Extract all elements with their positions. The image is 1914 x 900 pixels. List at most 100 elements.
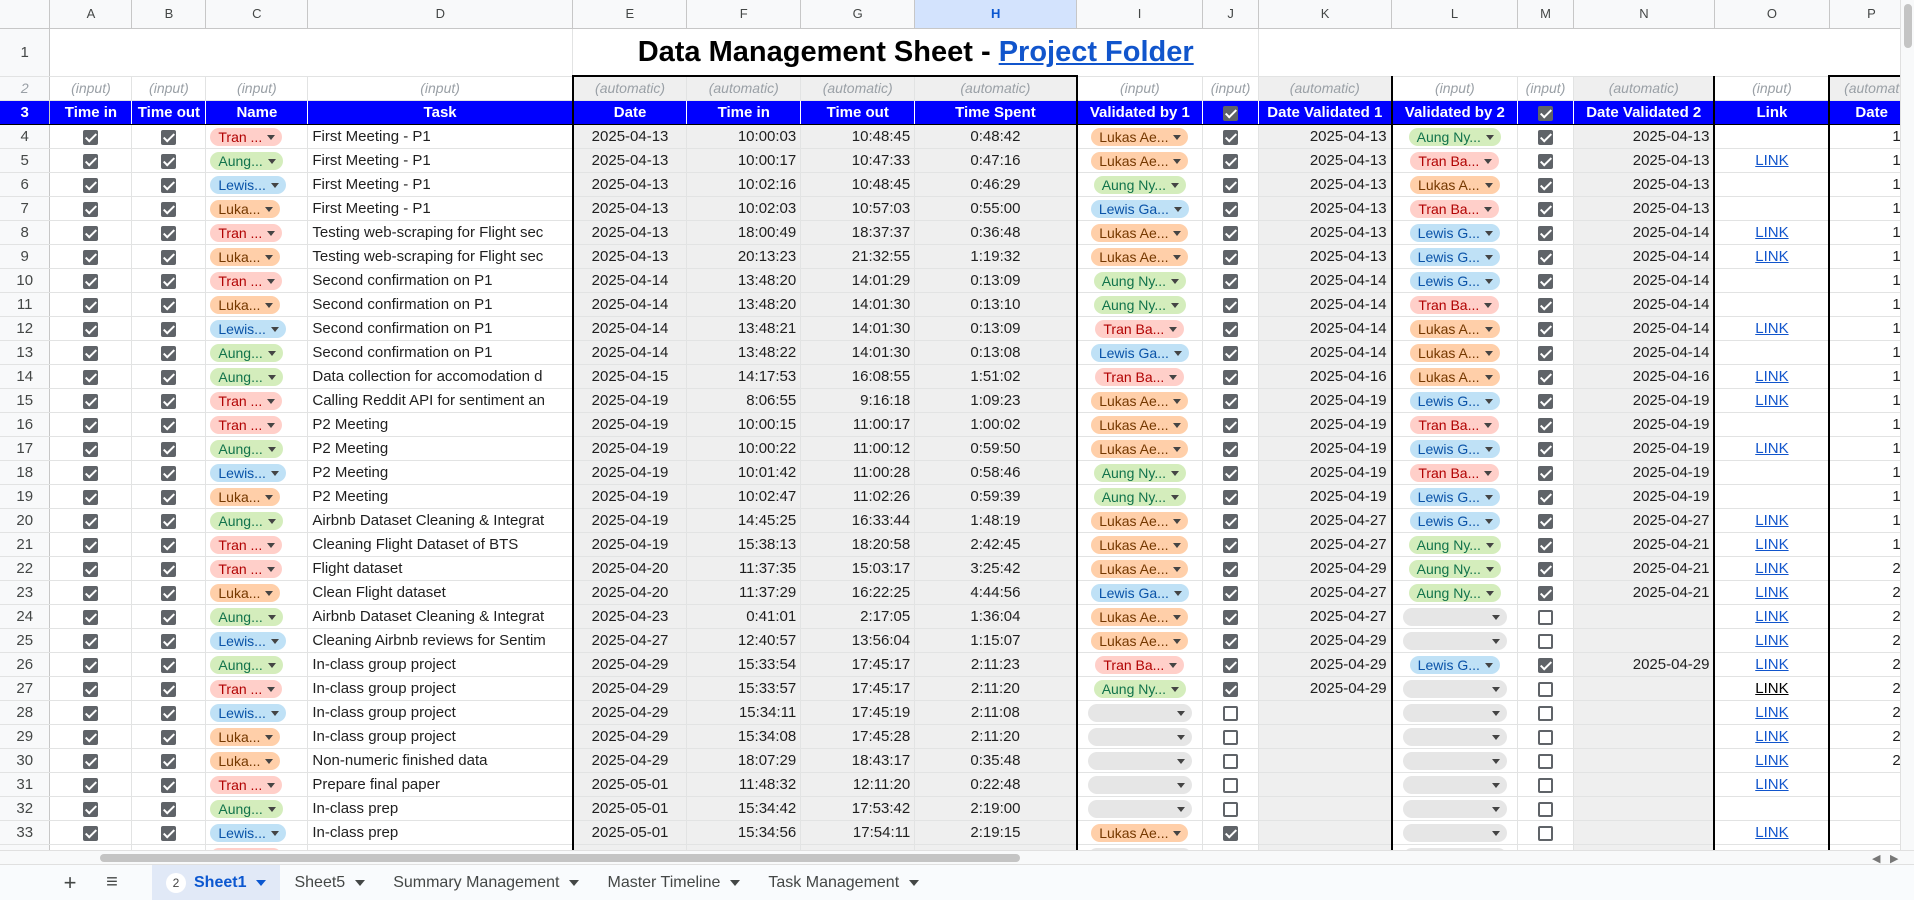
checked-checkbox[interactable] <box>83 153 99 169</box>
date-validated-1-cell[interactable]: 2025-04-14 <box>1258 316 1393 341</box>
time-in-checkbox-cell[interactable] <box>49 604 133 629</box>
checked-checkbox[interactable] <box>83 657 99 673</box>
time-out-cell[interactable]: 11:00:28 <box>800 460 916 485</box>
validated-by-2-cell[interactable] <box>1391 796 1519 821</box>
date-cell[interactable]: 2025-04-19 <box>571 484 688 509</box>
checked-checkbox[interactable] <box>1538 225 1554 241</box>
time-out-checkbox-cell[interactable] <box>131 196 207 221</box>
validated-by-2-cell[interactable]: Lewis G... <box>1391 244 1519 269</box>
date-cell[interactable]: 2025-04-19 <box>571 412 688 437</box>
validated-by-2-cell[interactable]: Tran Ba... <box>1391 460 1519 485</box>
time-out-checkbox-cell[interactable] <box>131 412 207 437</box>
validated-2-checkbox-cell[interactable] <box>1517 820 1575 845</box>
name-dropdown-chip[interactable]: Aung... <box>210 368 283 387</box>
link-hyperlink[interactable]: LINK <box>1755 656 1788 673</box>
checked-checkbox[interactable] <box>161 345 177 361</box>
validated-1-checkbox-cell[interactable] <box>1202 388 1260 413</box>
validated-by-1-cell[interactable]: Lukas Ae... <box>1076 628 1204 653</box>
link-cell[interactable] <box>1713 196 1830 221</box>
link-hyperlink[interactable]: LINK <box>1755 440 1788 457</box>
date-validated-1-cell[interactable]: 2025-04-13 <box>1258 124 1393 149</box>
link-cell[interactable]: LINK <box>1713 388 1830 413</box>
date-cell[interactable]: 2025-04-13 <box>571 172 688 197</box>
date-cell[interactable]: 2025-04-14 <box>571 340 688 365</box>
time-out-cell[interactable]: 14:01:30 <box>800 292 916 317</box>
unchecked-checkbox[interactable] <box>1223 801 1239 817</box>
date-validated-1-cell[interactable]: 2025-04-13 <box>1258 172 1393 197</box>
time-out-checkbox-cell[interactable] <box>131 220 207 245</box>
column-header-a[interactable]: A <box>49 0 133 29</box>
row-header[interactable]: 6 <box>0 172 51 197</box>
checked-checkbox[interactable] <box>1538 417 1554 433</box>
time-in-checkbox-cell[interactable] <box>49 724 133 749</box>
time-in-cell[interactable]: 15:34:56 <box>686 820 802 845</box>
time-out-cell[interactable]: 17:45:19 <box>800 700 916 725</box>
link-hyperlink[interactable]: LINK <box>1755 536 1788 553</box>
time-spent-cell[interactable]: 0:58:46 <box>914 460 1078 485</box>
row-header[interactable]: 15 <box>0 388 51 413</box>
validated-1-checkbox-cell[interactable] <box>1202 652 1260 677</box>
validator-2-dropdown-chip[interactable]: Aung Ny... <box>1408 128 1501 147</box>
validator-1-dropdown-chip[interactable]: Lukas Ae... <box>1091 560 1189 579</box>
date-cell[interactable]: 2025-04-14 <box>571 316 688 341</box>
row-header[interactable]: 21 <box>0 532 51 557</box>
column-header-j[interactable]: J <box>1202 0 1260 29</box>
link-hyperlink[interactable]: LINK <box>1755 152 1788 169</box>
task-cell[interactable]: Prepare final paper <box>307 772 574 797</box>
validator-1-dropdown-chip[interactable]: Lukas Ae... <box>1091 248 1189 267</box>
validated-2-checkbox-cell[interactable] <box>1517 748 1575 773</box>
date-validated-2-cell[interactable]: 2025-04-14 <box>1573 316 1716 341</box>
task-cell[interactable]: In-class prep <box>307 796 574 821</box>
time-in-cell[interactable]: 10:01:42 <box>686 460 802 485</box>
unchecked-checkbox[interactable] <box>1223 753 1239 769</box>
tab-task-management[interactable]: Task Management <box>754 865 933 900</box>
validator-1-dropdown-chip[interactable]: Lewis Ga... <box>1090 200 1189 219</box>
name-dropdown-chip[interactable]: Aung... <box>210 800 283 819</box>
task-cell[interactable]: In-class group project <box>307 724 574 749</box>
validated-by-1-cell[interactable]: Lukas Ae... <box>1076 436 1204 461</box>
checked-checkbox[interactable] <box>83 489 99 505</box>
name-cell[interactable]: Tran ... <box>205 676 309 701</box>
time-spent-cell[interactable]: 3:25:42 <box>914 556 1078 581</box>
validator-2-dropdown-chip[interactable] <box>1402 752 1507 771</box>
time-in-checkbox-cell[interactable] <box>49 748 133 773</box>
chevron-down-icon[interactable] <box>256 879 267 886</box>
validator-1-dropdown-chip[interactable]: Lukas Ae... <box>1091 536 1189 555</box>
checked-checkbox[interactable] <box>161 129 177 145</box>
task-cell[interactable]: In-class group project <box>307 700 574 725</box>
date-cell[interactable]: 2025-04-13 <box>571 220 688 245</box>
checked-checkbox[interactable] <box>1538 465 1554 481</box>
date-validated-1-cell[interactable]: 2025-04-14 <box>1258 268 1393 293</box>
time-spent-cell[interactable]: 4:44:56 <box>914 580 1078 605</box>
validated-1-checkbox-cell[interactable] <box>1202 796 1260 821</box>
validated-1-checkbox-cell[interactable] <box>1202 748 1260 773</box>
validated-by-2-cell[interactable]: Lewis G... <box>1391 652 1519 677</box>
link-cell[interactable]: LINK <box>1713 700 1830 725</box>
validated-by-2-cell[interactable]: Lukas A... <box>1391 172 1519 197</box>
validator-1-dropdown-chip[interactable]: Lukas Ae... <box>1091 392 1189 411</box>
link-cell[interactable] <box>1713 340 1830 365</box>
validator-1-dropdown-chip[interactable]: Lukas Ae... <box>1091 824 1189 843</box>
time-out-checkbox-cell[interactable] <box>131 796 207 821</box>
checked-checkbox[interactable] <box>161 441 177 457</box>
date-validated-2-cell[interactable]: 2025-04-19 <box>1573 460 1716 485</box>
time-spent-cell[interactable]: 2:42:45 <box>914 532 1078 557</box>
tab-summary-management[interactable]: Summary Management <box>379 865 593 900</box>
validated-1-checkbox-cell[interactable] <box>1202 604 1260 629</box>
checked-checkbox[interactable] <box>1538 249 1554 265</box>
validated-1-checkbox-cell[interactable] <box>1202 364 1260 389</box>
checked-checkbox[interactable] <box>1538 201 1554 217</box>
link-cell[interactable]: LINK <box>1713 820 1830 845</box>
validated-by-1-cell[interactable]: Aung Ny... <box>1076 292 1204 317</box>
link-cell[interactable] <box>1713 484 1830 509</box>
task-cell[interactable]: First Meeting - P1 <box>307 148 574 173</box>
row-header[interactable]: 25 <box>0 628 51 653</box>
checked-checkbox[interactable] <box>1223 129 1239 145</box>
checked-checkbox[interactable] <box>83 465 99 481</box>
checked-checkbox[interactable] <box>1223 441 1239 457</box>
date-validated-2-cell[interactable]: 2025-04-13 <box>1573 196 1716 221</box>
time-in-checkbox-cell[interactable] <box>49 292 133 317</box>
validated-by-2-cell[interactable] <box>1391 628 1519 653</box>
name-cell[interactable]: Luka... <box>205 580 309 605</box>
name-cell[interactable]: Luka... <box>205 484 309 509</box>
